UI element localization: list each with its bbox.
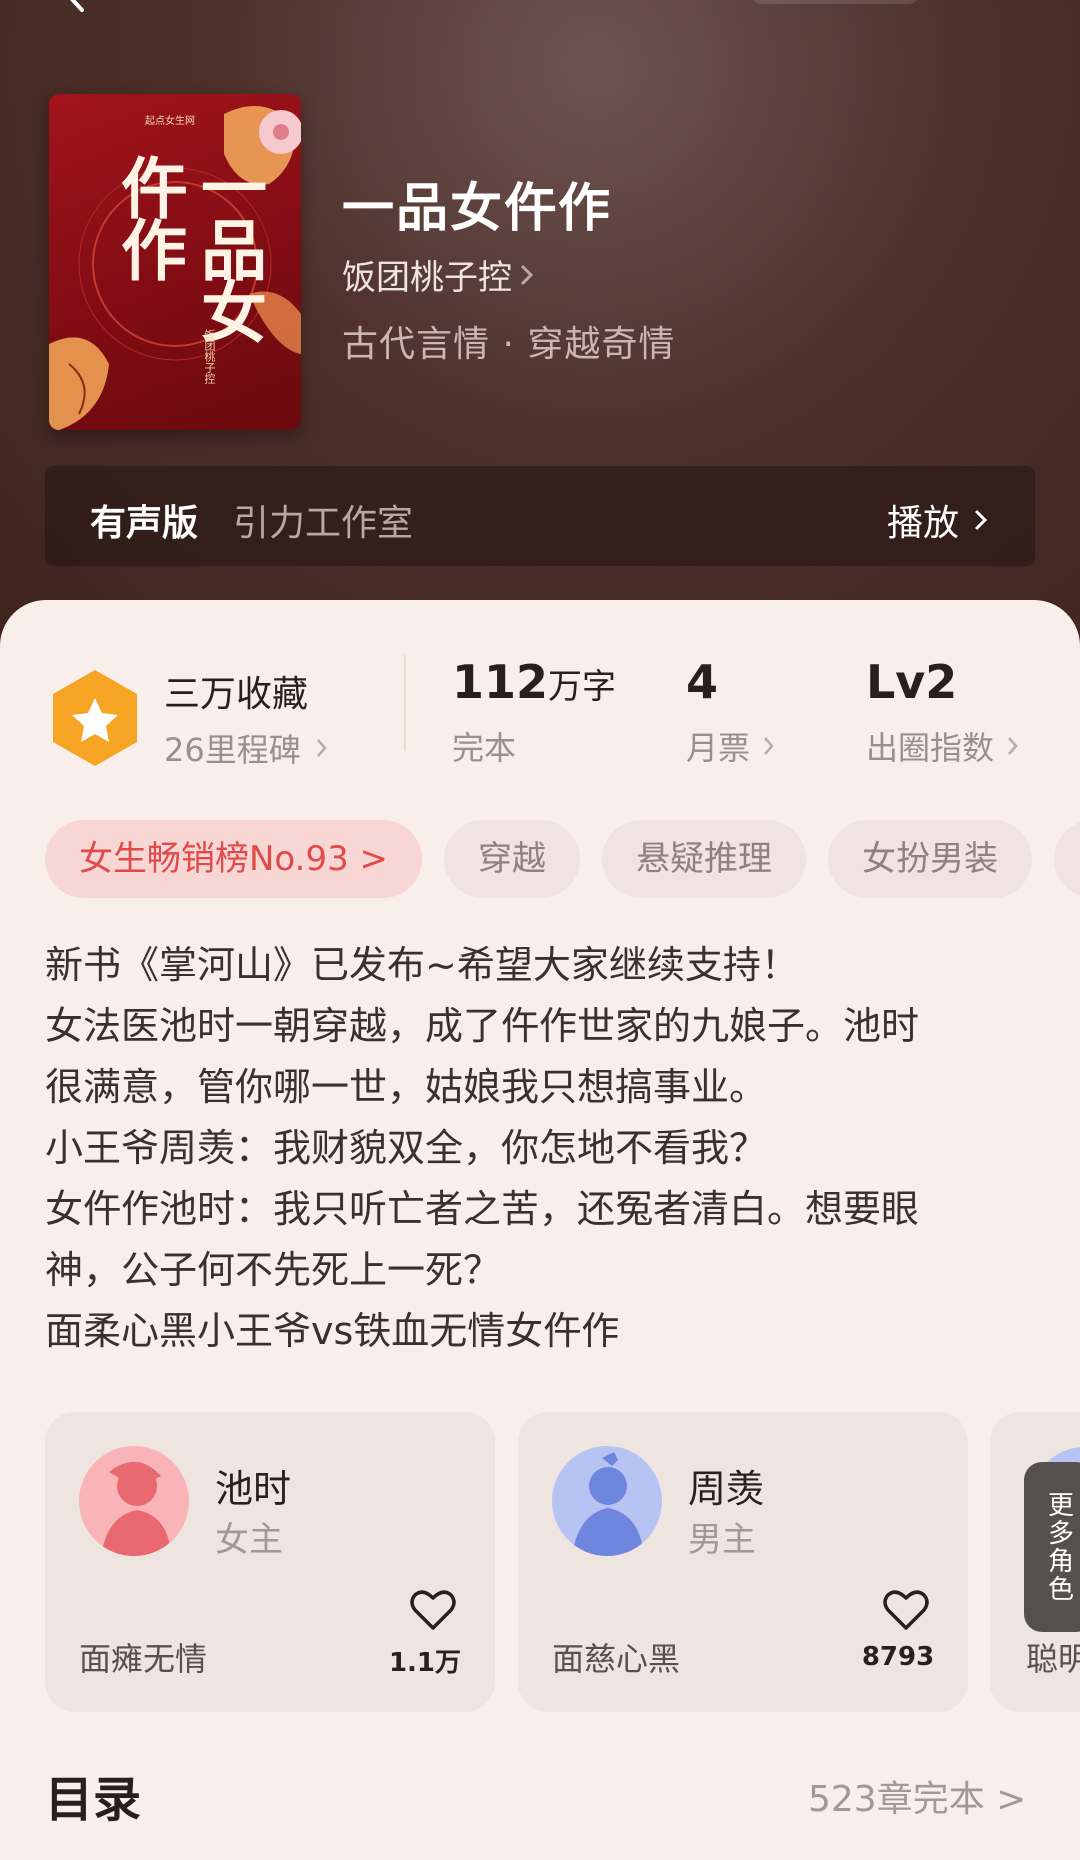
description-line: 小王爷周羡：我财貌双全，你怎地不看我？ [45, 1126, 768, 1170]
tag-row: 女生畅销榜No.93 > 穿越 悬疑推理 女扮男装 [45, 820, 1080, 900]
popularity-stat[interactable]: Lv2 出圈指数 [866, 655, 1020, 769]
male-silhouette-icon [552, 1446, 662, 1556]
monthly-votes-value: 4 [686, 655, 719, 709]
chevron-right-icon [316, 739, 327, 757]
author-name: 饭团桃子控 [342, 258, 512, 298]
toc-chapter-count[interactable]: 523章完本 > [808, 1770, 1026, 1822]
back-arrow-icon[interactable] [62, 0, 92, 12]
word-count-value: 112 [452, 655, 549, 709]
chevron-right-icon [764, 737, 774, 755]
audio-version-bar[interactable]: 有声版 引力工作室 播放 [45, 466, 1035, 566]
cover-publisher: 起点女生网 [145, 116, 195, 127]
chevron-right-icon [1008, 737, 1018, 755]
more-characters-button[interactable]: 更多角色 [1024, 1462, 1080, 1632]
description-line: 女法医池时一朝穿越，成了仵作世家的九娘子。池时 [45, 1004, 920, 1048]
description-line: 神，公子何不先死上一死？ [45, 1248, 502, 1292]
heart-icon[interactable] [409, 1588, 457, 1632]
tag-chip-partial[interactable] [1054, 820, 1080, 898]
milestone-label: 26里程碑 [164, 731, 301, 769]
favorites-title: 三万收藏 [164, 674, 309, 715]
like-count: 8793 [861, 1642, 935, 1672]
character-trait: 面瘫无情 [79, 1640, 208, 1678]
completion-status: 完本 [452, 729, 517, 767]
book-header: 起点女生网 一品女仵作 饭团桃子控 一品女仵作 饭团桃子控 古代言情 · 穿越奇… [0, 0, 1080, 660]
description-line: 新书《掌河山》已发布~希望大家继续支持！ [45, 943, 799, 987]
character-card[interactable]: 周羡 男主 面慈心黑 8793 [518, 1412, 968, 1712]
tag-chip[interactable]: 悬疑推理 [602, 820, 807, 898]
cover-title: 一品女仵作 [110, 154, 268, 340]
book-genre: 古代言情 · 穿越奇情 [342, 324, 676, 365]
character-role: 女主 [215, 1520, 283, 1560]
chevron-right-icon [974, 509, 988, 531]
popularity-label: 出圈指数 [866, 729, 995, 767]
tag-chip[interactable]: 穿越 [444, 820, 581, 898]
favorites-stat[interactable]: 三万收藏 26里程碑 [50, 665, 329, 771]
audio-label: 有声版 [90, 503, 199, 544]
description-line: 面柔心黑小王爷vs铁血无情女仵作 [45, 1309, 620, 1353]
word-count-stat: 112万字 完本 [452, 655, 616, 769]
book-title: 一品女仵作 [342, 178, 613, 239]
book-description[interactable]: 新书《掌河山》已发布~希望大家继续支持！ 女法医池时一朝穿越，成了仵作世家的九娘… [45, 935, 1035, 1362]
star-badge-icon [53, 670, 137, 766]
character-trait: 面慈心黑 [552, 1640, 681, 1678]
stats-divider [404, 655, 406, 751]
description-line: 很满意，管你哪一世，姑娘我只想搞事业。 [45, 1065, 768, 1109]
monthly-votes-label: 月票 [686, 729, 751, 767]
tag-chip[interactable]: 女扮男装 [828, 820, 1033, 898]
female-silhouette-icon [79, 1446, 189, 1556]
top-pill[interactable] [750, 0, 920, 4]
monthly-votes-stat[interactable]: 4 月票 [686, 655, 776, 769]
character-name: 池时 [215, 1467, 292, 1511]
toc-title: 目录 [45, 1772, 142, 1828]
play-button[interactable]: 播放 [887, 494, 989, 546]
character-card[interactable]: 池时 女主 面瘫无情 1.1万 [45, 1412, 495, 1712]
avatar [79, 1446, 189, 1556]
play-label: 播放 [886, 503, 959, 544]
popularity-level: Lv2 [866, 655, 958, 709]
word-count-unit: 万字 [548, 667, 617, 707]
character-trait: 聪明 [1026, 1640, 1080, 1678]
avatar [552, 1446, 662, 1556]
book-cover[interactable]: 起点女生网 一品女仵作 饭团桃子控 [49, 94, 301, 430]
like-count: 1.1万 [388, 1648, 462, 1678]
character-name: 周羡 [688, 1467, 765, 1511]
cover-author: 饭团桃子控 [203, 329, 216, 384]
audio-studio: 引力工作室 [233, 503, 414, 544]
heart-icon[interactable] [882, 1588, 930, 1632]
description-line: 女仵作池时：我只听亡者之苦，还冤者清白。想要眼 [45, 1187, 920, 1231]
rank-tag[interactable]: 女生畅销榜No.93 > [45, 820, 423, 898]
author-link[interactable]: 饭团桃子控 [342, 250, 536, 299]
character-role: 男主 [688, 1520, 756, 1560]
chevron-right-icon [520, 264, 534, 285]
